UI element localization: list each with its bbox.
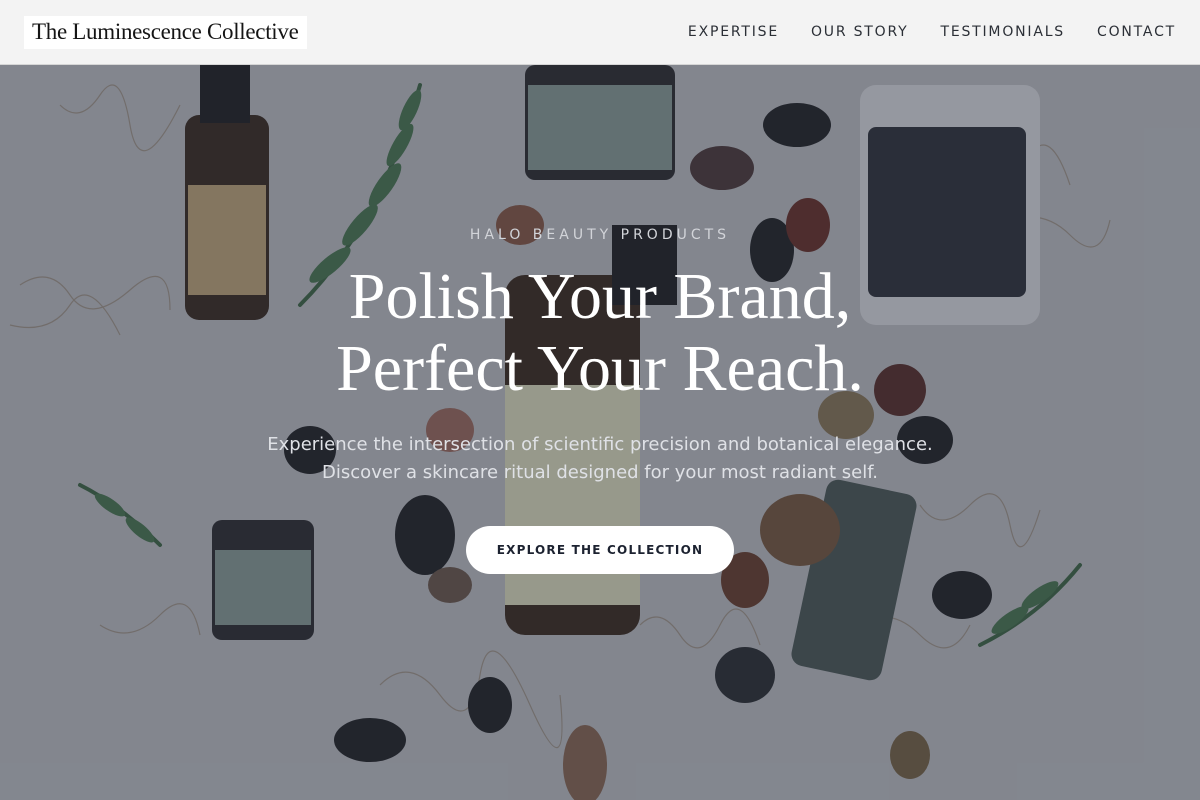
hero-section: HALO BEAUTY PRODUCTS Polish Your Brand, … [0, 65, 1200, 800]
site-header: The Luminescence Collective EXPERTISE OU… [0, 0, 1200, 65]
hero-headline-line1: Polish Your Brand, [348, 260, 852, 333]
hero-content: HALO BEAUTY PRODUCTS Polish Your Brand, … [0, 65, 1200, 800]
hero-headline: Polish Your Brand, Perfect Your Reach. [0, 261, 1200, 405]
nav-expertise[interactable]: EXPERTISE [688, 24, 779, 40]
nav-contact[interactable]: CONTACT [1097, 24, 1176, 40]
explore-collection-button[interactable]: EXPLORE THE COLLECTION [466, 526, 734, 574]
main-nav: EXPERTISE OUR STORY TESTIMONIALS CONTACT [688, 24, 1176, 40]
hero-subhead: Experience the intersection of scientifi… [267, 434, 933, 483]
hero-headline-line2: Perfect Your Reach. [336, 332, 864, 405]
nav-our-story[interactable]: OUR STORY [811, 24, 909, 40]
nav-testimonials[interactable]: TESTIMONIALS [940, 24, 1065, 40]
site-logo[interactable]: The Luminescence Collective [24, 15, 307, 49]
hero-eyebrow: HALO BEAUTY PRODUCTS [469, 227, 731, 243]
